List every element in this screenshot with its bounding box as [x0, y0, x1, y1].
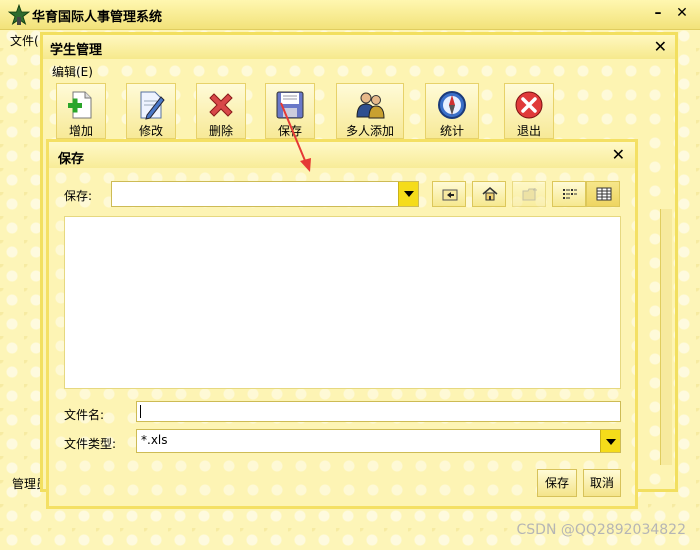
- annotation-arrow: [280, 102, 311, 172]
- watermark: CSDN @QQ2892034822: [516, 522, 686, 538]
